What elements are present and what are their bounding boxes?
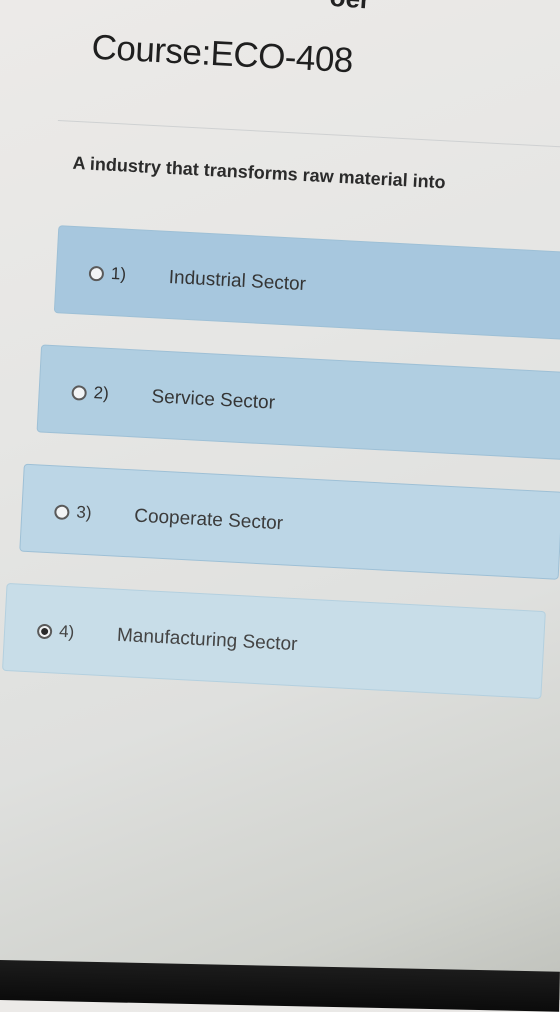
option-number: 1) — [110, 263, 127, 284]
quiz-content: Course:ECO-408 A industry that transform… — [2, 0, 560, 700]
option-number: 2) — [93, 383, 110, 403]
option-number: 4) — [58, 621, 75, 642]
option-3[interactable]: 3) Cooperate Sector — [19, 463, 560, 580]
option-number: 3) — [75, 502, 93, 523]
cropped-header-text: oer — [329, 0, 450, 15]
question-text: A industry that transforms raw material … — [72, 152, 447, 193]
option-2[interactable]: 2) Service Sector — [36, 344, 560, 461]
option-label: Service Sector — [150, 386, 276, 414]
course-title: Course:ECO-408 — [90, 27, 354, 81]
monitor-bezel — [0, 960, 560, 1012]
option-label: Industrial Sector — [168, 266, 307, 296]
option-label: Manufacturing Sector — [116, 624, 298, 656]
radio-unchecked-icon[interactable] — [54, 504, 70, 521]
option-label: Cooperate Sector — [133, 505, 284, 535]
option-4[interactable]: 4) Manufacturing Sector — [2, 582, 546, 700]
radio-unchecked-icon[interactable] — [88, 265, 105, 282]
radio-checked-icon[interactable] — [36, 623, 53, 640]
radio-unchecked-icon[interactable] — [71, 385, 88, 401]
divider — [57, 119, 560, 149]
option-1[interactable]: 1) Industrial Sector — [53, 225, 560, 342]
monitor-screen: oer Course:ECO-408 A industry that trans… — [0, 0, 560, 960]
